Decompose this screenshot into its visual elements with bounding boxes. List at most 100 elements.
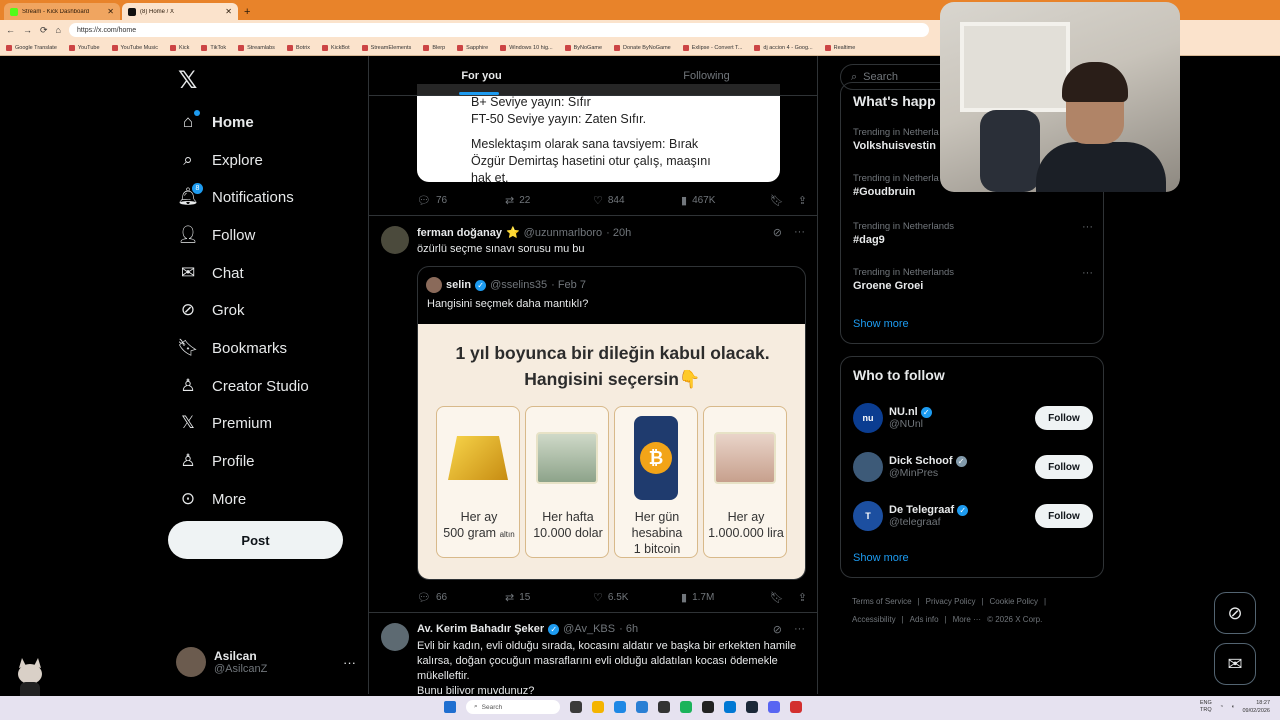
author-handle[interactable]: @Av_KBS (563, 623, 615, 635)
show-more-link[interactable]: Show more (853, 552, 909, 564)
bookmark-item[interactable]: Realtime (824, 44, 855, 51)
tab-following[interactable]: Following (594, 56, 817, 95)
who-to-follow-item[interactable]: Dick Schoof ✓ @MinPres Follow (853, 450, 1093, 484)
bookmark-item[interactable]: Google Translate (6, 44, 57, 51)
follow-button[interactable]: Follow (1035, 504, 1093, 528)
reply-button[interactable]: 💬︎ 66 (417, 591, 505, 604)
follow-button[interactable]: Follow (1035, 455, 1093, 479)
author-handle[interactable]: @uzunmarlboro (524, 227, 602, 239)
sidebar-item-explore[interactable]: ⌕ Explore (178, 146, 263, 174)
quoted-tweet[interactable]: selin ✓ @sselins35 · Feb 7 Hangisini seç… (417, 266, 806, 580)
quoted-image-card[interactable]: B+ Seviye yayın: Sıfır FT-50 Seviye yayı… (417, 84, 780, 185)
sidebar-item-creator-studio[interactable]: ♙ Creator Studio (178, 372, 308, 400)
post-button[interactable]: Post (168, 521, 343, 559)
obs-icon[interactable] (790, 701, 802, 713)
repost-button[interactable]: ⇄ 22 (505, 194, 593, 207)
sidebar-item-profile[interactable]: ♙ Profile (178, 447, 254, 475)
like-button[interactable]: ♡ 6.5K (593, 591, 681, 604)
views-button[interactable]: ▮ 1.7M (681, 591, 769, 604)
bookmark-item[interactable]: TikTok (201, 44, 226, 51)
tweet-time[interactable]: · 20h (606, 227, 631, 239)
who-to-follow-item[interactable]: T De Telegraaf ✓ @telegraaf Follow (853, 499, 1093, 533)
x-logo-icon[interactable]: 𝕏 (178, 66, 197, 95)
share-icon[interactable]: ⇪ (798, 591, 807, 604)
author-name[interactable]: ferman doğanay (417, 227, 502, 239)
more-dots-icon[interactable]: ··· (1082, 221, 1093, 233)
repost-button[interactable]: ⇄ 15 (505, 591, 593, 604)
footer-link[interactable]: Ads info (910, 615, 939, 624)
steam-icon[interactable] (746, 701, 758, 713)
wifi-icon[interactable]: ◔ (1220, 704, 1223, 710)
footer-link[interactable]: Terms of Service (852, 597, 912, 606)
app-icon[interactable] (724, 701, 736, 713)
bookmark-item[interactable]: YouTube Music (111, 44, 158, 51)
more-dots-icon[interactable]: ··· (794, 226, 805, 239)
home-page-icon[interactable]: ⌂ (56, 25, 61, 35)
footer-link[interactable]: More ··· (953, 615, 981, 624)
avatar[interactable] (381, 623, 409, 651)
bookmark-item[interactable]: ByNoGame (564, 44, 602, 51)
more-dots-icon[interactable]: ··· (1082, 267, 1093, 279)
back-icon[interactable]: ← (6, 25, 15, 35)
follow-button[interactable]: Follow (1035, 406, 1093, 430)
bookmark-item[interactable]: Streamlabs (238, 44, 275, 51)
discord-icon[interactable] (768, 701, 780, 713)
taskbar-search[interactable]: ⌕ Search (466, 700, 560, 714)
bookmark-item[interactable]: KickBot (322, 44, 350, 51)
reply-button[interactable]: 💬︎ 76 (417, 194, 505, 207)
show-more-link[interactable]: Show more (853, 318, 909, 330)
sidebar-item-follow[interactable]: 👤︎ Follow (177, 221, 255, 249)
close-icon[interactable]: ✕ (225, 7, 232, 16)
messages-icon[interactable]: ✉ (1214, 643, 1256, 685)
file-explorer-icon[interactable] (592, 701, 604, 713)
task-view-icon[interactable] (570, 701, 582, 713)
edge-icon[interactable] (636, 701, 648, 713)
sidebar-item-chat[interactable]: ✉ Chat (178, 259, 244, 287)
bookmark-item[interactable]: Kick (170, 44, 189, 51)
like-button[interactable]: ♡ 844 (593, 194, 681, 207)
footer-link[interactable]: Accessibility (852, 615, 896, 624)
sidebar-item-premium[interactable]: 𝕏 Premium (178, 409, 272, 437)
account-switcher[interactable]: Asilcan @AsilcanZ ··· (176, 644, 356, 680)
language-indicator[interactable]: ENG (1200, 700, 1212, 706)
views-button[interactable]: ▮ 467K (681, 194, 769, 207)
sidebar-item-more[interactable]: ⊙ More (178, 485, 246, 513)
chrome-icon[interactable] (680, 701, 692, 713)
bookmark-item[interactable]: YouTube (68, 44, 100, 51)
app-icon[interactable] (658, 701, 670, 713)
grok-icon[interactable]: ⊘ (773, 226, 782, 239)
bookmark-icon[interactable]: 🔖︎ (770, 194, 784, 207)
trend-item[interactable]: Trending in Netherlands Groene Groei ··· (853, 267, 1093, 292)
new-tab-icon[interactable]: + (244, 6, 250, 18)
grok-icon[interactable]: ⊘ (1214, 592, 1256, 634)
volume-icon[interactable]: ◖ (1231, 704, 1234, 710)
footer-link[interactable]: Cookie Policy (990, 597, 1038, 606)
author-name[interactable]: Av. Kerim Bahadır Şeker (417, 623, 544, 635)
bookmark-item[interactable]: Blerp (423, 44, 445, 51)
trend-item[interactable]: Trending in Netherlands #dag9 ··· (853, 221, 1093, 246)
bookmark-item[interactable]: Windows 10 hig... (500, 44, 553, 51)
clock[interactable]: 18:27 09/02/2026 (1242, 699, 1270, 715)
close-icon[interactable]: ✕ (107, 7, 114, 16)
sidebar-item-notifications[interactable]: 🔔︎ 8 Notifications (177, 183, 294, 211)
avatar[interactable] (381, 226, 409, 254)
bookmark-item[interactable]: Sapphire (457, 44, 488, 51)
bookmark-item[interactable]: Botrix (286, 44, 310, 51)
sidebar-item-grok[interactable]: ⊘ Grok (178, 296, 245, 324)
browser-tab-kick[interactable]: Stream - Kick Dashboard ✕ (4, 3, 120, 20)
reload-icon[interactable]: ⟳ (40, 25, 48, 36)
sidebar-item-home[interactable]: ⌂ Home (178, 108, 254, 136)
sidebar-item-bookmarks[interactable]: 🔖︎ Bookmarks (177, 334, 287, 362)
more-dots-icon[interactable]: ··· (343, 655, 356, 670)
bookmark-item[interactable]: Exlipse - Convert T... (682, 44, 742, 51)
url-input[interactable]: https://x.com/home (68, 23, 929, 37)
tab-for-you[interactable]: For you (369, 56, 594, 95)
grok-icon[interactable]: ⊘ (773, 623, 782, 636)
browser-tab-x[interactable]: (8) Home / X ✕ (122, 3, 238, 20)
windows-start-icon[interactable] (444, 701, 456, 713)
who-to-follow-item[interactable]: nu NU.nl ✓ @NUnl Follow (853, 401, 1093, 435)
footer-link[interactable]: Privacy Policy (926, 597, 976, 606)
forward-icon[interactable]: → (23, 25, 32, 35)
bookmark-item[interactable]: dj accion 4 - Goog... (754, 44, 813, 51)
footer-link[interactable]: © 2026 X Corp. (987, 615, 1042, 624)
